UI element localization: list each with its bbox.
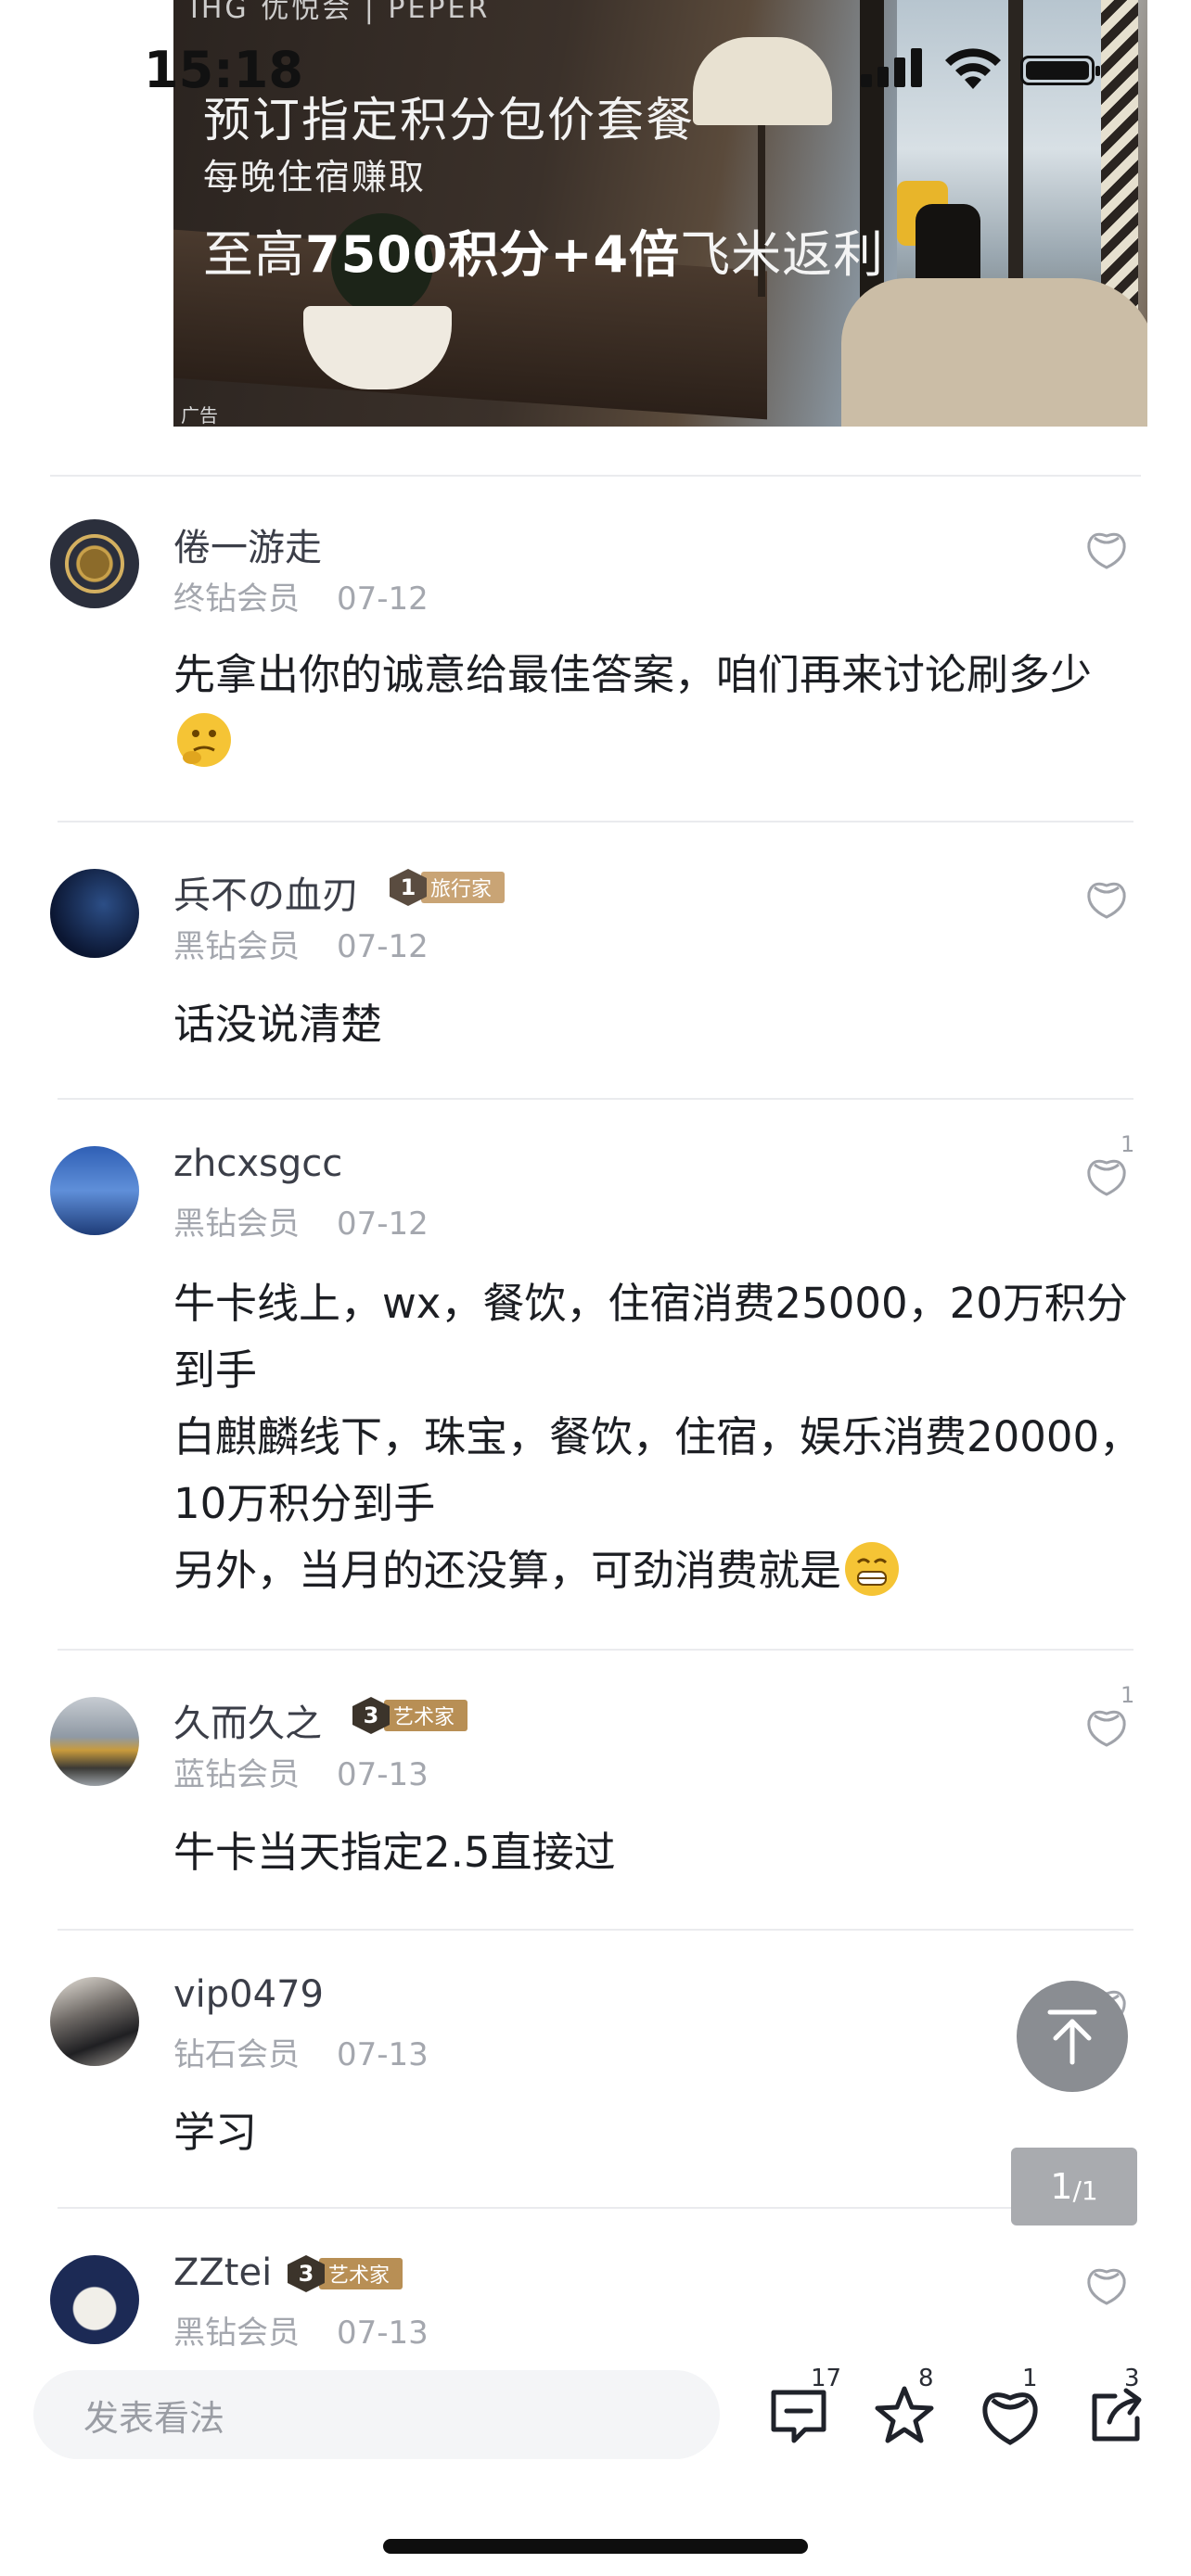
like-icon[interactable]	[1083, 1154, 1130, 1198]
favorite-count: 8	[918, 2365, 934, 2392]
comment-text: 牛卡线上，wx，餐饮，住宿消费25000，20万积分到手 白麒麟线下，珠宝，餐饮…	[173, 1279, 1142, 1596]
divider	[58, 1098, 1133, 1100]
comment-username[interactable]: 久而久之	[173, 1693, 322, 1747]
divider	[58, 2207, 1133, 2209]
like-icon[interactable]	[1083, 876, 1130, 921]
user-level-badge: 1 旅行家	[390, 869, 506, 906]
user-level-badge: 3 艺术家	[288, 2255, 403, 2292]
signal-icon	[861, 74, 872, 87]
status-time: 15:18	[144, 41, 303, 99]
thinking-emoji	[177, 713, 231, 767]
like-icon[interactable]	[1083, 527, 1130, 571]
divider	[58, 821, 1133, 823]
like-count: 1	[1022, 2365, 1038, 2392]
comment-meta: 终钻会员 07-12	[173, 580, 429, 618]
comment-text: 话没说清楚	[173, 1000, 383, 1049]
comment-meta: 黑钻会员 07-12	[173, 1205, 429, 1243]
star-icon[interactable]	[872, 2383, 937, 2448]
comment-text: 先拿出你的诚意给最佳答案，咱们再来讨论刷多少	[173, 642, 1147, 775]
ad-logo: IHG 优悦会 | PEPER	[190, 0, 491, 25]
like-icon[interactable]	[1083, 1704, 1130, 1749]
share-count: 3	[1124, 2365, 1140, 2392]
divider	[58, 1929, 1133, 1931]
comment-icon[interactable]	[766, 2383, 831, 2448]
ad-highlight: 至高7500积分+4倍飞米返利	[203, 225, 885, 284]
wifi-icon	[945, 48, 1001, 89]
page-indicator[interactable]: 1/1	[1011, 2148, 1137, 2225]
comment-username[interactable]: 倦一游走	[173, 517, 322, 571]
comment-meta: 钻石会员 07-13	[173, 2036, 429, 2073]
avatar[interactable]	[50, 2255, 139, 2344]
comment-username[interactable]: 兵不の血刃	[173, 865, 359, 919]
comment-username[interactable]: ZZtei	[173, 2251, 272, 2294]
comment-input[interactable]: 发表看法	[33, 2370, 720, 2459]
comment-username[interactable]: vip0479	[173, 1973, 324, 2016]
user-level-badge: 3 艺术家	[352, 1697, 468, 1734]
avatar[interactable]	[50, 519, 139, 608]
avatar[interactable]	[50, 1146, 139, 1235]
share-icon[interactable]	[1083, 2383, 1148, 2448]
ad-label: 广告	[181, 404, 218, 427]
divider	[58, 1649, 1133, 1651]
home-indicator	[383, 2539, 808, 2554]
avatar[interactable]	[50, 869, 139, 958]
back-to-top-button[interactable]	[1017, 1981, 1128, 2092]
avatar[interactable]	[50, 1977, 139, 2066]
ad-subtitle: 每晚住宿赚取	[203, 157, 427, 198]
comment-meta: 蓝钻会员 07-13	[173, 1756, 429, 1793]
status-icons	[861, 46, 1158, 93]
arrow-up-icon	[1047, 2009, 1097, 2065]
like-count: 1	[1121, 1682, 1135, 1708]
avatar[interactable]	[50, 1697, 139, 1786]
divider	[50, 475, 1141, 477]
comment-text: 学习	[173, 2108, 258, 2157]
battery-icon	[1020, 56, 1100, 85]
comment-count: 17	[811, 2365, 842, 2392]
like-count: 1	[1121, 1131, 1135, 1157]
like-icon[interactable]	[1083, 2263, 1130, 2307]
comment-username[interactable]: zhcxsgcc	[173, 1142, 342, 1185]
like-icon[interactable]	[978, 2383, 1043, 2448]
comment-meta: 黑钻会员 07-12	[173, 928, 429, 965]
comment-text: 牛卡当天指定2.5直接过	[173, 1828, 616, 1877]
grinning-emoji	[845, 1542, 900, 1596]
